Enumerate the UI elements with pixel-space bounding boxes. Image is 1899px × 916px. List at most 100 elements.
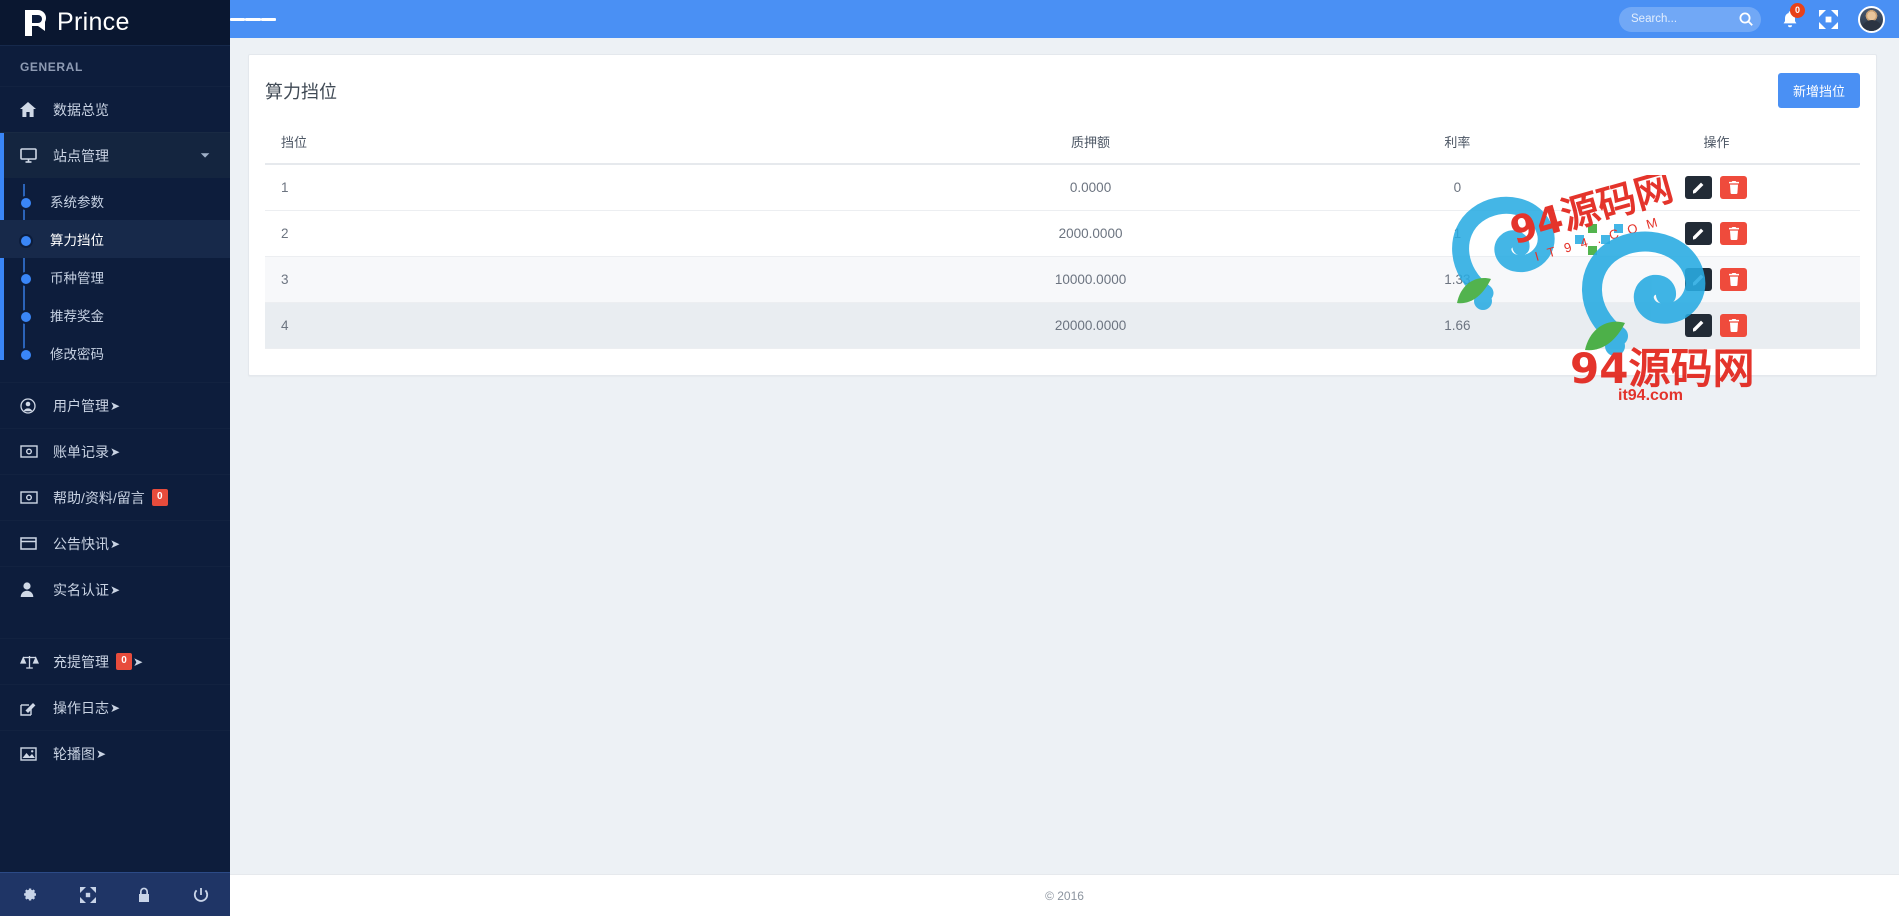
expand-icon[interactable] <box>79 886 96 903</box>
sidebar-item-site-management[interactable]: 站点管理 ⏷ <box>0 132 230 178</box>
power-icon[interactable] <box>193 887 209 903</box>
sidebar-subitem-label: 系统参数 <box>50 195 104 210</box>
notifications-button[interactable]: 0 <box>1781 2 1805 29</box>
sidebar-item-label: 站点管理 <box>53 147 109 164</box>
hamburger-menu-icon[interactable] <box>230 15 276 23</box>
search-icon[interactable] <box>1739 12 1753 26</box>
monitor-icon <box>20 148 42 163</box>
table-body: 1 0.0000 0 2 2000.0000 1 3 10000.0000 1.… <box>265 164 1860 349</box>
prince-logo-icon <box>22 8 48 38</box>
table-row: 2 2000.0000 1 <box>265 210 1860 257</box>
table-header: 挡位 质押额 利率 操作 <box>265 124 1860 165</box>
table-header-row: 挡位 质押额 利率 操作 <box>265 124 1860 165</box>
column-header-amount: 质押额 <box>839 124 1342 165</box>
topbar: 0 <box>230 0 1899 38</box>
cell-rate: 0 <box>1341 164 1573 211</box>
chevron-right-icon: ➤ <box>110 700 121 715</box>
sidebar-subitem-label: 推荐奖金 <box>50 309 104 324</box>
sidebar-subitem-referral-bonus[interactable]: 推荐奖金 <box>0 296 230 334</box>
sidebar-section-label: GENERAL <box>20 60 83 74</box>
sidebar-item-label: 公告快讯 <box>53 535 109 552</box>
brand-logo-area[interactable]: Prince <box>0 0 230 46</box>
app-root: Prince GENERAL 数据总览 站点管理 ⏷ 系统参数 算力挡位 币种管… <box>0 0 1899 916</box>
edit-row-button[interactable] <box>1685 176 1713 199</box>
image-icon <box>20 746 42 761</box>
cell-actions <box>1572 210 1860 257</box>
power-levels-table: 挡位 质押额 利率 操作 1 0.0000 0 2 2000.0000 1 3 … <box>265 124 1860 349</box>
sidebar-item-label: 操作日志 <box>53 699 109 716</box>
lock-icon[interactable] <box>137 887 151 903</box>
edit-row-button[interactable] <box>1685 314 1713 337</box>
cell-actions <box>1572 164 1860 211</box>
column-header-actions: 操作 <box>1572 124 1860 165</box>
chevron-down-icon: ⏷ <box>200 148 210 162</box>
sidebar-submenu-site-management: 系统参数 算力挡位 币种管理 推荐奖金 修改密码 <box>0 178 230 382</box>
main-area: 0 算力挡位 新增挡位 <box>230 0 1899 916</box>
fullscreen-icon[interactable] <box>1819 9 1838 29</box>
sidebar-item-label: 数据总览 <box>53 101 109 118</box>
gear-icon[interactable] <box>21 886 38 903</box>
content-area: 算力挡位 新增挡位 挡位 质押额 利率 操作 1 0.0000 0 2 2000… <box>230 38 1899 874</box>
edit-row-button[interactable] <box>1685 222 1713 245</box>
sidebar-subitem-power-levels[interactable]: 算力挡位 <box>0 220 230 258</box>
power-levels-panel: 算力挡位 新增挡位 挡位 质押额 利率 操作 1 0.0000 0 2 2000… <box>248 54 1877 376</box>
column-header-rate: 利率 <box>1341 124 1573 165</box>
cell-level: 1 <box>265 164 840 211</box>
sidebar-footer-toolbar <box>0 872 230 916</box>
sidebar-item-label: 帮助/资料/留言 <box>53 489 145 506</box>
topbar-right-group: 0 <box>1619 2 1885 33</box>
chevron-right-icon: ➤ <box>110 398 121 413</box>
cell-rate: 1 <box>1341 210 1573 257</box>
sidebar-item-operation-log[interactable]: 操作日志 ➤ <box>0 684 230 730</box>
sidebar-item-announcements[interactable]: 公告快讯 ➤ <box>0 520 230 566</box>
chevron-right-icon: ➤ <box>133 654 144 669</box>
delete-row-button[interactable] <box>1720 222 1748 245</box>
table-row: 1 0.0000 0 <box>265 164 1860 211</box>
cell-amount: 10000.0000 <box>839 256 1342 303</box>
cell-rate: 1.66 <box>1341 302 1573 349</box>
sidebar-badge: 0 <box>116 653 132 670</box>
search-input[interactable] <box>1631 13 1739 25</box>
notification-badge: 0 <box>1790 2 1805 18</box>
chevron-right-icon: ➤ <box>110 582 121 597</box>
cell-level: 4 <box>265 302 840 349</box>
sidebar-item-deposit-withdraw[interactable]: 充提管理 0 ➤ <box>0 638 230 684</box>
sidebar-subitem-change-password[interactable]: 修改密码 <box>0 334 230 372</box>
sidebar-subitem-system-params[interactable]: 系统参数 <box>0 182 230 220</box>
copyright-text: © 2016 <box>1045 888 1084 903</box>
sidebar-subitem-label: 修改密码 <box>50 347 104 362</box>
edit-square-icon <box>20 700 42 716</box>
sidebar-item-user-management[interactable]: 用户管理 ➤ <box>0 382 230 428</box>
table-row: 3 10000.0000 1.33 <box>265 256 1860 303</box>
add-level-button[interactable]: 新增挡位 <box>1777 73 1860 108</box>
cell-level: 3 <box>265 256 840 303</box>
delete-row-button[interactable] <box>1720 176 1748 199</box>
cell-level: 2 <box>265 210 840 257</box>
sidebar-item-carousel[interactable]: 轮播图 ➤ <box>0 730 230 776</box>
sidebar-subitem-label: 币种管理 <box>50 271 104 286</box>
sidebar-item-label: 用户管理 <box>53 397 109 414</box>
money-icon <box>20 491 42 504</box>
sidebar-item-dashboard[interactable]: 数据总览 <box>0 86 230 132</box>
delete-row-button[interactable] <box>1720 314 1748 337</box>
cell-rate: 1.33 <box>1341 256 1573 303</box>
sidebar-item-label: 账单记录 <box>53 443 109 460</box>
sidebar-item-help-materials-messages[interactable]: 帮助/资料/留言 0 <box>0 474 230 520</box>
cell-amount: 2000.0000 <box>839 210 1342 257</box>
page-title: 算力挡位 <box>265 81 337 102</box>
chevron-right-icon: ➤ <box>96 746 107 761</box>
page-footer: © 2016 <box>230 874 1899 916</box>
sidebar-subitem-currency-management[interactable]: 币种管理 <box>0 258 230 296</box>
search-box[interactable] <box>1619 6 1761 32</box>
home-icon <box>20 102 42 117</box>
user-avatar[interactable] <box>1858 5 1885 33</box>
edit-row-button[interactable] <box>1685 268 1713 291</box>
sidebar-badge: 0 <box>151 489 168 506</box>
person-icon <box>20 582 42 597</box>
sidebar-item-billing-records[interactable]: 账单记录 ➤ <box>0 428 230 474</box>
sidebar-item-label: 轮播图 <box>53 745 95 762</box>
cell-amount: 20000.0000 <box>839 302 1342 349</box>
delete-row-button[interactable] <box>1720 268 1748 291</box>
sidebar-item-identity-verification[interactable]: 实名认证 ➤ <box>0 566 230 612</box>
table-row: 4 20000.0000 1.66 <box>265 302 1860 349</box>
